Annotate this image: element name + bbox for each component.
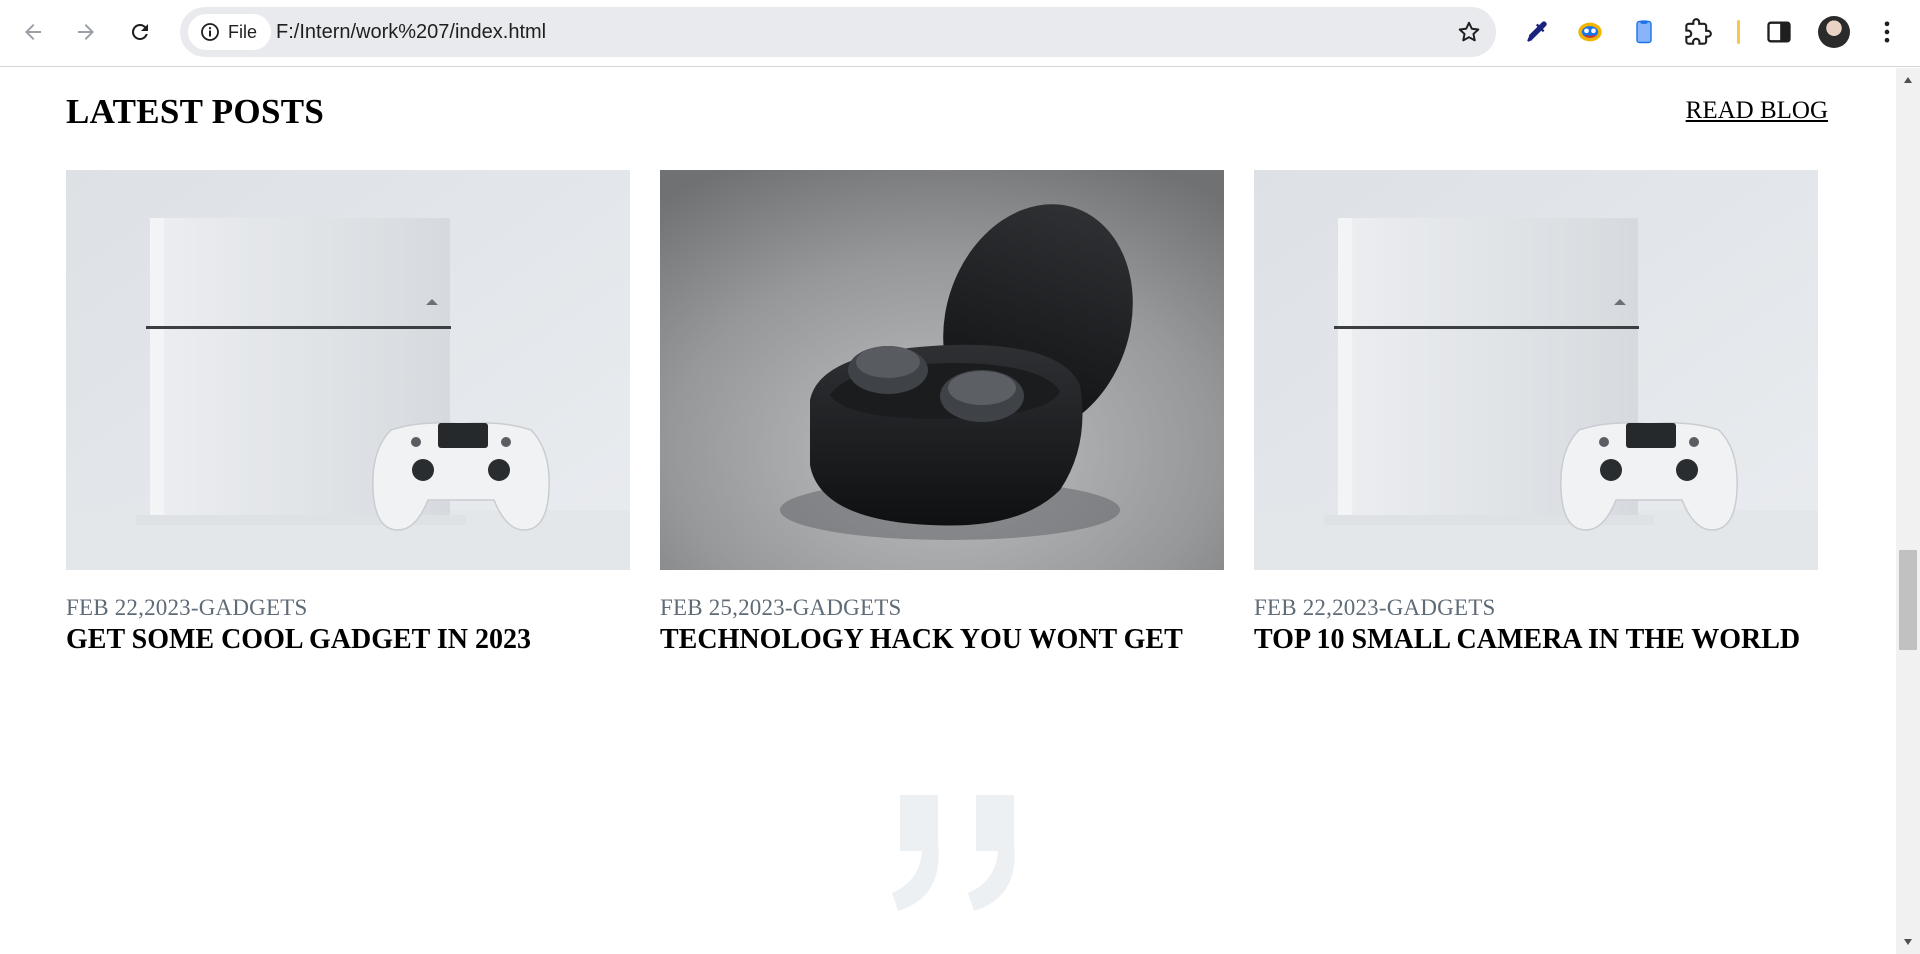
reload-icon (131, 23, 148, 40)
read-blog-link[interactable]: READ BLOG (1686, 97, 1828, 125)
scroll-up-arrow-icon[interactable] (1896, 72, 1920, 88)
browser-toolbar: File F:/Intern/work%207/index.html (0, 0, 1920, 67)
post-card[interactable]: FEB 22,2023-GADGETS GET SOME COOL GADGET… (66, 170, 630, 656)
post-card[interactable]: FEB 22,2023-GADGETS TOP 10 SMALL CAMERA … (1254, 170, 1818, 656)
page-content: LATEST POSTS READ BLOG FEB 22,2023-GADGE… (0, 68, 1896, 954)
post-card[interactable]: FEB 25,2023-GADGETS TECHNOLOGY HACK YOU … (660, 170, 1224, 656)
bookmark-button[interactable] (1454, 17, 1484, 47)
site-chip-label: File (228, 21, 258, 42)
wireless-earbuds-photo[interactable] (660, 170, 1224, 570)
eyedropper-icon (1527, 21, 1547, 42)
colorful-extension-button[interactable] (1573, 15, 1607, 49)
scrollbar-thumb[interactable] (1899, 550, 1917, 650)
console-and-controller-photo[interactable] (66, 170, 630, 570)
back-button[interactable] (14, 13, 52, 51)
extension-colorful-icon (1578, 22, 1602, 42)
arrow-right-icon (78, 24, 94, 40)
kebab-menu-icon (1884, 21, 1890, 43)
clipboard-icon (1636, 20, 1652, 44)
address-bar[interactable]: File F:/Intern/work%207/index.html (180, 7, 1496, 57)
post-meta: FEB 22,2023-GADGETS (1254, 595, 1496, 620)
side-panel-icon (1767, 21, 1791, 43)
arrow-left-icon (25, 24, 41, 40)
toolbar-divider (1737, 20, 1740, 44)
section-title: LATEST POSTS (66, 92, 325, 131)
post-title[interactable]: GET SOME COOL GADGET IN 2023 (66, 624, 630, 656)
console-and-controller-photo[interactable] (1254, 170, 1818, 570)
forward-button[interactable] (67, 13, 105, 51)
scroll-down-arrow-icon[interactable] (1896, 934, 1920, 950)
url-text[interactable]: F:/Intern/work%207/index.html (276, 7, 546, 57)
menu-button[interactable] (1870, 15, 1904, 49)
reload-button[interactable] (121, 13, 159, 51)
star-icon (1458, 21, 1480, 42)
vertical-scrollbar[interactable] (1896, 68, 1920, 954)
puzzle-icon (1685, 18, 1712, 45)
post-meta: FEB 22,2023-GADGETS (66, 595, 308, 620)
avatar[interactable] (1818, 16, 1850, 48)
eyedropper-extension-button[interactable] (1520, 15, 1554, 49)
post-title[interactable]: TECHNOLOGY HACK YOU WONT GET (660, 624, 1224, 656)
post-title[interactable]: TOP 10 SMALL CAMERA IN THE WORLD (1254, 624, 1818, 656)
extensions-button[interactable] (1681, 15, 1715, 49)
quote-mark-icon (892, 795, 1015, 911)
side-panel-button[interactable] (1762, 15, 1796, 49)
clipboard-extension-button[interactable] (1627, 15, 1661, 49)
post-meta: FEB 25,2023-GADGETS (660, 595, 902, 620)
site-info-chip[interactable]: File (188, 14, 272, 50)
info-icon (201, 23, 219, 41)
